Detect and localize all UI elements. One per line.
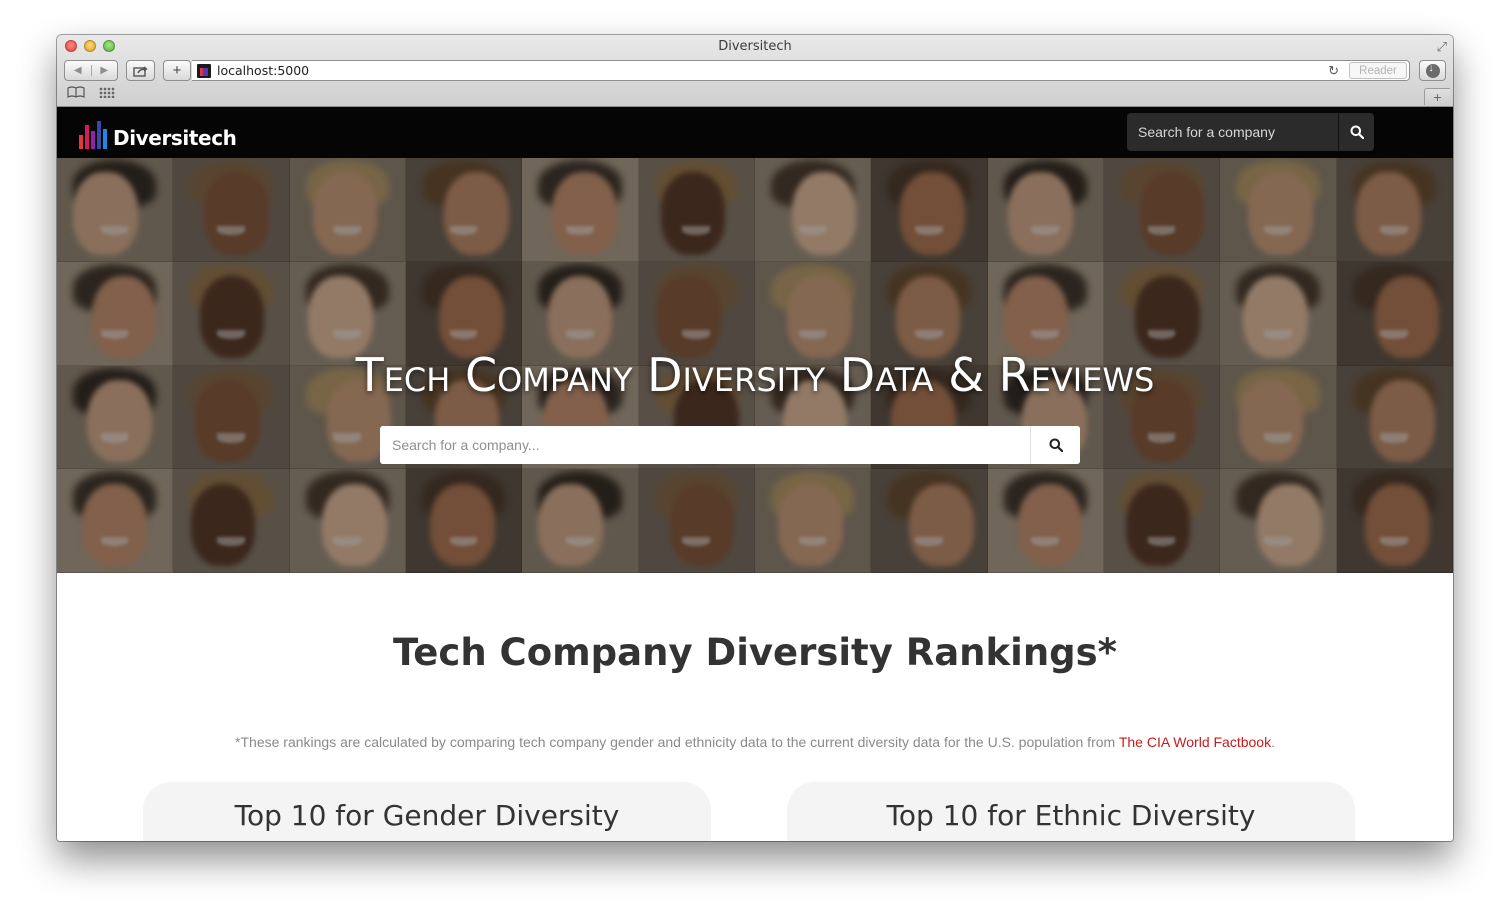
brand-logo[interactable]: Diversitech (79, 121, 237, 149)
back-forward-buttons: ◀ ▶ (64, 60, 118, 81)
hero-title: Tech Company Diversity Data & Reviews (355, 348, 1155, 402)
brand-name: Diversitech (113, 126, 237, 150)
hero-search (380, 426, 1080, 464)
site-navbar: Diversitech (57, 107, 1453, 158)
browser-toolbar: Diversitech ⤢ ◀ ▶ + localhost:5000 ↻ Rea… (57, 35, 1453, 107)
logo-bars-icon (79, 121, 107, 149)
back-arrow-icon[interactable]: ◀ (65, 65, 91, 76)
site-favicon-icon (197, 63, 211, 78)
share-icon (133, 65, 148, 77)
hero-banner: Tech Company Diversity Data & Reviews (57, 158, 1453, 573)
window-title: Diversitech (718, 39, 792, 54)
downloads-button[interactable] (1419, 60, 1446, 81)
address-bar[interactable]: localhost:5000 ↻ Reader (192, 60, 1410, 81)
reader-button[interactable]: Reader (1349, 62, 1407, 79)
rankings-title: Tech Company Diversity Rankings* (392, 631, 1118, 674)
hero-search-input[interactable] (380, 426, 1030, 464)
hero-search-button[interactable] (1030, 426, 1080, 464)
share-button[interactable] (126, 60, 155, 81)
reload-icon[interactable]: ↻ (1328, 63, 1339, 79)
search-icon (1350, 125, 1364, 139)
url-text: localhost:5000 (217, 63, 310, 78)
gender-diversity-card-title: Top 10 for Gender Diversity (234, 799, 620, 832)
footnote-end: . (1271, 734, 1275, 750)
rankings-footnote: *These rankings are calculated by compar… (57, 734, 1453, 750)
ethnic-diversity-card-title: Top 10 for Ethnic Diversity (886, 799, 1256, 832)
forward-arrow-icon[interactable]: ▶ (90, 65, 118, 76)
navbar-search (1127, 113, 1374, 151)
add-bookmark-button[interactable]: + (163, 60, 191, 81)
browser-window: Diversitech ⤢ ◀ ▶ + localhost:5000 ↻ Rea… (57, 35, 1453, 841)
navbar-search-input[interactable] (1127, 113, 1338, 151)
gender-diversity-card: Top 10 for Gender Diversity (143, 782, 711, 841)
plus-icon: + (172, 62, 182, 79)
new-tab-plus-icon[interactable]: + (1424, 88, 1450, 105)
footnote-text: *These rankings are calculated by compar… (235, 734, 1119, 750)
ethnic-diversity-card: Top 10 for Ethnic Diversity (787, 782, 1355, 841)
top-sites-grid-icon[interactable] (99, 87, 115, 98)
rankings-section: Tech Company Diversity Rankings* *These … (57, 573, 1453, 841)
search-icon (1049, 438, 1063, 452)
cia-factbook-link[interactable]: The CIA World Factbook (1119, 734, 1271, 750)
downloads-icon (1425, 63, 1440, 78)
bookmarks-book-icon[interactable] (67, 86, 85, 101)
fullscreen-icon[interactable]: ⤢ (1437, 39, 1447, 55)
navbar-search-button[interactable] (1338, 113, 1374, 151)
